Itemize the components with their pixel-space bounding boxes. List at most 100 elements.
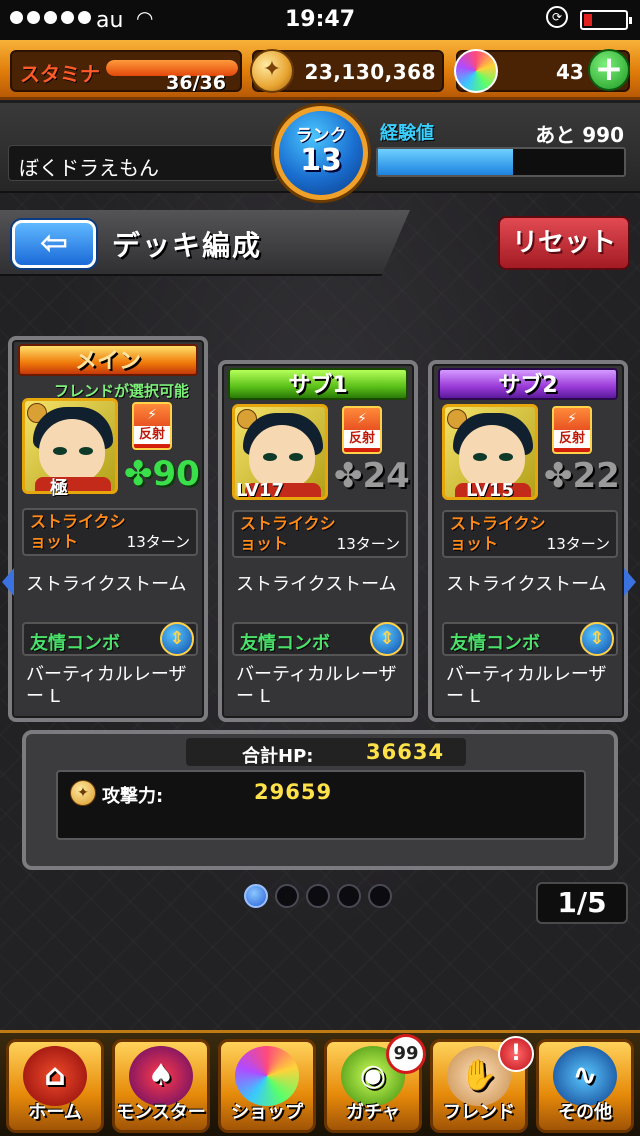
- strike-shot-box: ストライクショット 13ターン: [232, 510, 408, 558]
- coin-count: 23,130,368: [304, 60, 436, 84]
- reflect-ability-badge: ⚡ 反射: [552, 406, 592, 454]
- ability-label: 反射: [134, 426, 170, 444]
- card-tab-sub2: サブ2: [438, 368, 618, 400]
- orb-icon: [454, 49, 498, 93]
- page-dot-4[interactable]: [337, 884, 361, 908]
- nav-friend-label: フレンド: [443, 1102, 515, 1123]
- ability-label: 反射: [344, 430, 380, 448]
- resource-header: スタミナ 36/36 ✦ 23,130,368 43 +: [0, 40, 640, 100]
- buy-orbs-button[interactable]: +: [588, 49, 630, 91]
- attack-label: 攻撃力:: [102, 786, 164, 807]
- orb-count: 43: [556, 60, 584, 84]
- battery-icon: [580, 10, 632, 30]
- shop-orb-icon: [235, 1046, 299, 1106]
- friendship-combo-label: 友情コンボ: [30, 633, 120, 654]
- strike-shot-box: ストライクショット 13ターン: [442, 510, 618, 558]
- combo-icon: ⇕: [160, 622, 194, 656]
- reset-button[interactable]: リセット: [498, 216, 630, 270]
- level-label: 極: [50, 478, 68, 499]
- attack-row: ✦ 攻撃力: 29659: [56, 770, 586, 840]
- card-tab-main: メイン: [18, 344, 198, 376]
- scroll-right-arrow-icon[interactable]: [624, 568, 636, 596]
- attack-value: 29659: [254, 780, 333, 804]
- deck-card-sub2[interactable]: サブ2 ⚡ 反射 ✤22 LV15 ストライクショット 13ターン ストライクス…: [428, 360, 628, 722]
- deck-card-main[interactable]: メイン フレンドが選択可能 ⚡ 反射 ✤90 極 ストライクショット 13ターン…: [8, 336, 208, 722]
- friendship-combo-name: バーティカルレーザー L: [446, 664, 607, 707]
- strike-shot-label: ストライクショット: [30, 512, 126, 551]
- reflect-icon: ⚡: [567, 411, 577, 427]
- home-icon: ⌂: [23, 1046, 87, 1106]
- stamina-display: スタミナ 36/36: [10, 50, 242, 94]
- nav-home-label: ホーム: [28, 1102, 82, 1123]
- plus-value: ✤24: [334, 456, 410, 496]
- page-dot-3[interactable]: [306, 884, 330, 908]
- nav-gacha-label: ガチャ: [346, 1102, 400, 1123]
- strike-shot-label: ストライクショット: [450, 514, 546, 553]
- friendship-combo-label: 友情コンボ: [450, 633, 540, 654]
- friendship-combo-box: 友情コンボ ⇕: [442, 622, 618, 656]
- page-dot-1[interactable]: [244, 884, 268, 908]
- clock: 19:47: [284, 7, 356, 32]
- nav-shop-label: ショップ: [231, 1102, 303, 1123]
- coin-icon: ✦: [250, 49, 294, 93]
- monster-icon: ♠: [129, 1046, 193, 1106]
- nav-other-button[interactable]: ∿ その他: [536, 1039, 634, 1133]
- strike-turns: 13ターン: [126, 533, 190, 551]
- friendship-combo-box: 友情コンボ ⇕: [232, 622, 408, 656]
- friendship-combo-name: バーティカルレーザー L: [236, 664, 397, 707]
- stamina-value: 36/36: [166, 72, 226, 94]
- status-bar: au ◠ 19:47 ⟳: [0, 0, 640, 40]
- user-name: ぼくドラえもん: [19, 156, 159, 180]
- strike-turns: 13ターン: [336, 535, 400, 553]
- level-label: LV15: [466, 480, 514, 501]
- strike-shot-name: ストライクストーム: [236, 574, 397, 595]
- nav-home-button[interactable]: ⌂ ホーム: [6, 1039, 104, 1133]
- page-dot-5[interactable]: [368, 884, 392, 908]
- reflect-ability-badge: ⚡ 反射: [342, 406, 382, 454]
- exp-label: 経験値: [380, 123, 434, 144]
- nav-monster-label: モンスター: [116, 1102, 206, 1123]
- total-hp-row: 合計HP: 36634: [186, 738, 466, 767]
- ability-label: 反射: [554, 430, 590, 448]
- exp-bar: [376, 147, 626, 177]
- combo-icon: ⇕: [580, 622, 614, 656]
- reflect-icon: ⚡: [147, 407, 157, 423]
- reflect-icon: ⚡: [357, 411, 367, 427]
- monster-portrait: [22, 398, 118, 494]
- rank-value: 13: [300, 143, 342, 178]
- strike-shot-label: ストライクショット: [240, 514, 336, 553]
- orb-display: 43 +: [454, 49, 630, 93]
- level-label: LV17: [236, 480, 284, 501]
- deck-card-sub1[interactable]: サブ1 ⚡ 反射 ✤24 LV17 ストライクショット 13ターン ストライクス…: [218, 360, 418, 722]
- coin-display: ✦ 23,130,368: [250, 49, 444, 93]
- rotation-lock-icon: ⟳: [546, 6, 568, 28]
- friend-alert-badge: !: [498, 1036, 534, 1072]
- card-tab-sub1: サブ1: [228, 368, 408, 400]
- friendship-combo-name: バーティカルレーザー L: [26, 664, 187, 707]
- deck-stats-panel: 合計HP: 36634 ✦ 攻撃力: 29659: [22, 730, 618, 870]
- plus-value: ✤90: [124, 454, 200, 494]
- back-button[interactable]: ⇦: [12, 220, 96, 268]
- gacha-count-badge: 99: [386, 1034, 426, 1074]
- page-indicator: 1/5: [536, 882, 628, 924]
- total-hp-label: 合計HP:: [242, 746, 314, 767]
- plus-value: ✤22: [544, 456, 620, 496]
- nav-shop-button[interactable]: ショップ: [218, 1039, 316, 1133]
- nav-monster-button[interactable]: ♠ モンスター: [112, 1039, 210, 1133]
- strike-shot-name: ストライクストーム: [446, 574, 607, 595]
- radar-icon: ∿: [553, 1046, 617, 1106]
- attack-icon: ✦: [70, 780, 96, 806]
- strike-shot-box: ストライクショット 13ターン: [22, 508, 198, 556]
- exp-remaining: あと 990: [535, 123, 624, 147]
- page-title: デッキ編成: [112, 229, 263, 262]
- total-hp-value: 36634: [366, 740, 445, 764]
- combo-icon: ⇕: [370, 622, 404, 656]
- strike-turns: 13ターン: [546, 535, 610, 553]
- bottom-navigation: ⌂ ホーム ♠ モンスター ショップ ◉ ガチャ ✋ フレンド ∿ その他: [0, 1030, 640, 1136]
- reflect-ability-badge: ⚡ 反射: [132, 402, 172, 450]
- friendship-combo-label: 友情コンボ: [240, 633, 330, 654]
- stamina-label: スタミナ: [20, 62, 100, 86]
- nav-other-label: その他: [558, 1102, 612, 1123]
- page-dot-2[interactable]: [275, 884, 299, 908]
- scroll-left-arrow-icon[interactable]: [2, 568, 14, 596]
